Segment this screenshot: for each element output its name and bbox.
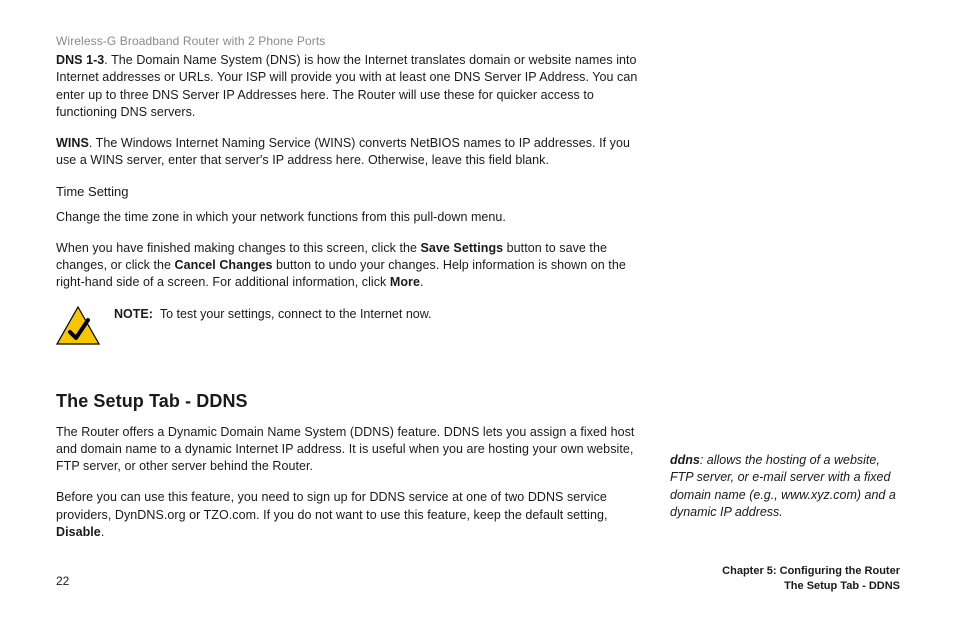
chapter-line-1: Chapter 5: Configuring the Router [722, 564, 900, 579]
cancel-changes-label: Cancel Changes [175, 258, 273, 272]
save-post: . [420, 275, 424, 289]
chapter-label: Chapter 5: Configuring the Router The Se… [722, 564, 900, 594]
text-dns: . The Domain Name System (DNS) is how th… [56, 53, 637, 119]
note-body: To test your settings, connect to the In… [160, 307, 432, 321]
more-label: More [390, 275, 420, 289]
section-title-ddns: The Setup Tab - DDNS [56, 391, 652, 412]
document-page: Wireless-G Broadband Router with 2 Phone… [0, 0, 954, 618]
label-dns: DNS 1-3 [56, 53, 104, 67]
paragraph-ddns-1: The Router offers a Dynamic Domain Name … [56, 424, 652, 476]
disable-label: Disable [56, 525, 101, 539]
save-settings-label: Save Settings [421, 241, 504, 255]
page-number: 22 [56, 574, 69, 588]
subheading-time: Time Setting [56, 184, 652, 199]
paragraph-time: Change the time zone in which your netwo… [56, 209, 652, 226]
note-label: NOTE: [114, 307, 153, 321]
text-wins: . The Windows Internet Naming Service (W… [56, 136, 630, 167]
glossary-definition: ddns: allows the hosting of a website, F… [670, 452, 900, 521]
chapter-line-2: The Setup Tab - DDNS [722, 579, 900, 594]
paragraph-save: When you have finished making changes to… [56, 240, 652, 292]
note-text: NOTE: To test your settings, connect to … [114, 306, 432, 321]
ddns-p2-post: . [101, 525, 105, 539]
paragraph-ddns-2: Before you can use this feature, you nee… [56, 489, 652, 541]
running-header: Wireless-G Broadband Router with 2 Phone… [56, 34, 900, 48]
label-wins: WINS [56, 136, 89, 150]
ddns-p2-pre: Before you can use this feature, you nee… [56, 490, 608, 521]
glossary-term: ddns [670, 453, 700, 467]
paragraph-wins: WINS. The Windows Internet Naming Servic… [56, 135, 652, 170]
warning-check-icon [56, 306, 100, 345]
note-callout: NOTE: To test your settings, connect to … [56, 306, 652, 345]
glossary-text: : allows the hosting of a website, FTP s… [670, 453, 896, 519]
save-pre: When you have finished making changes to… [56, 241, 421, 255]
main-column: DNS 1-3. The Domain Name System (DNS) is… [56, 52, 652, 541]
paragraph-dns: DNS 1-3. The Domain Name System (DNS) is… [56, 52, 652, 121]
